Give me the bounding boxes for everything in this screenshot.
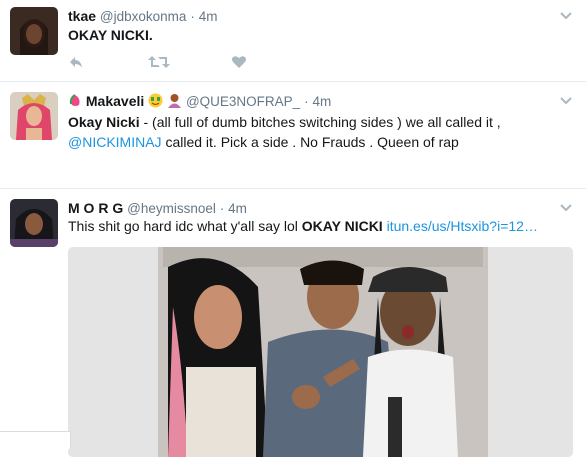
mention-link[interactable]: @NICKIMINAJ [68, 134, 162, 150]
tweet-header: Makaveli @QUE3NOFRAP_ · 4m [68, 92, 331, 111]
chevron-down-icon[interactable] [560, 12, 572, 20]
user-handle[interactable]: @heymissnoel [127, 201, 216, 216]
emoji-icon [168, 94, 182, 108]
photo-image [68, 247, 573, 457]
tweet-text: OKAY NICKI. [68, 27, 153, 43]
external-link[interactable]: itun.es/us/Htsxib?i=12… [387, 218, 538, 234]
reply-icon[interactable] [68, 54, 84, 70]
tweet-text: Okay Nicki - (all full of dumb bitches s… [68, 114, 501, 150]
avatar-tkae[interactable] [10, 7, 58, 55]
separator-dot: · [219, 201, 225, 216]
timestamp[interactable]: 4m [312, 94, 331, 109]
user-handle[interactable]: @QUE3NOFRAP_ [186, 94, 300, 109]
emoji-icon [69, 94, 80, 106]
user-handle[interactable]: @jdbxokonma [100, 9, 187, 24]
avatar-makaveli[interactable] [10, 92, 58, 140]
display-name[interactable]: M O R G [68, 200, 123, 216]
tweet-text: This shit go hard idc what y'all say lol… [68, 218, 538, 234]
tweet-header: tkae @jdbxokonma · 4m [68, 7, 217, 26]
emoji-icon [148, 93, 163, 108]
heart-icon[interactable] [231, 54, 247, 70]
scroll-corner [0, 431, 71, 449]
timestamp[interactable]: 4m [228, 201, 247, 216]
tweet-photo[interactable] [68, 247, 573, 457]
retweet-icon[interactable] [148, 54, 170, 70]
avatar-morg[interactable] [10, 199, 58, 247]
tweet-1[interactable]: tkae @jdbxokonma · 4m OKAY NICKI. [0, 0, 586, 82]
timestamp[interactable]: 4m [199, 9, 218, 24]
tweet-2[interactable]: Makaveli @QUE3NOFRAP_ · 4m Okay Nicki - … [0, 82, 586, 189]
separator-dot: · [304, 94, 309, 109]
chevron-down-icon[interactable] [560, 97, 572, 105]
chevron-down-icon[interactable] [560, 204, 572, 212]
display-name[interactable]: Makaveli [86, 93, 144, 109]
separator-dot: · [190, 9, 195, 24]
display-name[interactable]: tkae [68, 8, 96, 24]
